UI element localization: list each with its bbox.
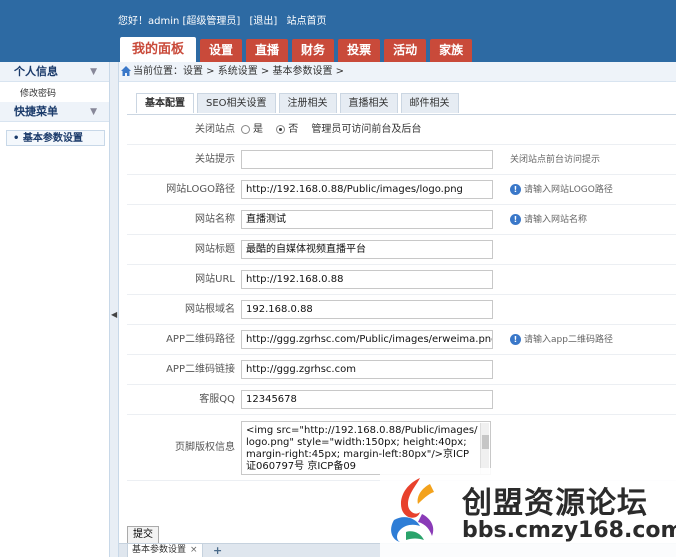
app-qr-link-input[interactable]: http://ggg.zgrhsc.com xyxy=(241,360,493,379)
sidebar: 个人信息 ▼ 修改密码 快捷菜单 ▼ • 基本参数设置 xyxy=(0,62,110,557)
close-site-no-radio[interactable] xyxy=(276,124,286,134)
service-qq-input[interactable]: 12345678 xyxy=(241,390,493,409)
form-row-site-domain: 网站根域名 192.168.0.88 xyxy=(127,295,676,325)
sidebar-section-label: 快捷菜单 xyxy=(14,105,58,118)
app-qr-link-label: APP二维码链接 xyxy=(166,364,235,375)
submit-button[interactable]: 提交 xyxy=(127,526,159,544)
nav-tab-settings[interactable]: 设置 xyxy=(200,39,243,62)
app-header: 您好！admin [超级管理员] [退出] 站点首页 我的面板 设置 直播 财务… xyxy=(0,0,676,62)
logo-path-input[interactable]: http://192.168.0.88/Public/images/logo.p… xyxy=(241,180,493,199)
site-home-link[interactable]: 站点首页 xyxy=(287,16,327,27)
add-tab-icon[interactable]: + xyxy=(213,544,222,557)
user-info-bar: 您好！admin [超级管理员] [退出] 站点首页 xyxy=(118,12,333,27)
form-row-service-qq: 客服QQ 12345678 xyxy=(127,385,676,415)
tab-email[interactable]: 邮件相关 xyxy=(400,93,459,113)
app-qr-path-hint: ! 请输入app二维码路径 xyxy=(510,325,613,355)
form-row-logo-path: 网站LOGO路径 http://192.168.0.88/Public/imag… xyxy=(127,175,676,205)
main-nav: 我的面板 设置 直播 财务 投票 活动 家族 xyxy=(120,37,476,62)
close-icon[interactable]: × xyxy=(190,545,198,555)
hint-text: 请输入网站名称 xyxy=(524,215,588,225)
sidebar-splitter[interactable]: ◀ xyxy=(110,62,119,557)
form-row-site-name: 网站名称 直播测试 ! 请输入网站名称 xyxy=(127,205,676,235)
close-notice-input[interactable] xyxy=(241,150,493,169)
tab-basic-config[interactable]: 基本配置 xyxy=(136,93,194,113)
info-icon: ! xyxy=(510,214,521,225)
hint-text: 请输入网站LOGO路径 xyxy=(524,185,613,195)
close-site-yes-radio[interactable] xyxy=(241,124,250,134)
site-name-label: 网站名称 xyxy=(195,214,235,225)
site-url-label: 网站URL xyxy=(195,274,235,285)
radio-label-yes: 是 xyxy=(253,124,263,135)
sidebar-section-shortcuts[interactable]: 快捷菜单 ▼ xyxy=(0,102,109,122)
nav-tab-finance[interactable]: 财务 xyxy=(292,39,335,62)
close-notice-hint: 关闭站点前台访问提示 xyxy=(510,155,601,165)
form-row-app-qr-path: APP二维码路径 http://ggg.zgrhsc.com/Public/im… xyxy=(127,325,676,355)
watermark: 创盟资源论坛 bbs.cmzy168.com xyxy=(380,468,676,557)
radio-label-no: 否 xyxy=(288,124,299,135)
service-qq-label: 客服QQ xyxy=(199,394,235,405)
info-icon: ! xyxy=(510,334,521,345)
sidebar-section-label: 个人信息 xyxy=(14,65,58,78)
logo-path-label: 网站LOGO路径 xyxy=(166,184,235,195)
chevron-down-icon[interactable]: ▼ xyxy=(90,102,97,122)
collapse-arrow-icon[interactable]: ◀ xyxy=(111,310,117,319)
scrollbar-thumb[interactable] xyxy=(482,435,489,449)
sidebar-item-basic-settings[interactable]: • 基本参数设置 xyxy=(6,130,105,146)
form-row-site-url: 网站URL http://192.168.0.88 xyxy=(127,265,676,295)
form-row-site-title: 网站标题 最酷的自媒体视频直播平台 xyxy=(127,235,676,265)
watermark-logo-icon xyxy=(391,478,434,542)
breadcrumb: 当前位置：设置 > 系统设置 > 基本参数设置 > xyxy=(119,62,676,82)
site-title-input[interactable]: 最酷的自媒体视频直播平台 xyxy=(241,240,493,259)
footer-copyright-textarea[interactable]: <img src="http://192.168.0.88/Public/ima… xyxy=(241,421,491,475)
bottom-tab-label: 基本参数设置 xyxy=(132,545,187,555)
site-domain-label: 网站根域名 xyxy=(185,304,235,315)
watermark-title: 创盟资源论坛 xyxy=(462,486,648,521)
close-site-radio-group: 是 否 管理员可访问前台及后台 xyxy=(241,115,421,145)
chevron-down-icon[interactable]: ▼ xyxy=(90,62,97,82)
hint-text: 请输入app二维码路径 xyxy=(524,335,613,345)
site-name-input[interactable]: 直播测试 xyxy=(241,210,493,229)
site-domain-input[interactable]: 192.168.0.88 xyxy=(241,300,493,319)
app-qr-path-label: APP二维码路径 xyxy=(166,334,235,345)
sidebar-item-change-password[interactable]: 修改密码 xyxy=(0,86,109,102)
nav-tab-my-panel[interactable]: 我的面板 xyxy=(120,37,197,62)
tab-live[interactable]: 直播相关 xyxy=(339,93,398,113)
nav-tab-live[interactable]: 直播 xyxy=(246,39,289,62)
footer-copyright-text: <img src="http://192.168.0.88/Public/ima… xyxy=(246,425,478,472)
settings-tabs: 基本配置 SEO相关设置 注册相关 直播相关 邮件相关 xyxy=(136,93,462,113)
close-notice-label: 关站提示 xyxy=(195,154,235,165)
form-row-app-qr-link: APP二维码链接 http://ggg.zgrhsc.com xyxy=(127,355,676,385)
settings-form: 关闭站点 是 否 管理员可访问前台及后台 关站提示 关闭站点前台访问提示 网站L… xyxy=(127,114,676,481)
site-name-hint: ! 请输入网站名称 xyxy=(510,205,587,235)
site-url-input[interactable]: http://192.168.0.88 xyxy=(241,270,493,289)
watermark-url: bbs.cmzy168.com xyxy=(462,518,676,543)
nav-tab-family[interactable]: 家族 xyxy=(430,39,473,62)
logout-link[interactable]: [退出] xyxy=(250,16,278,27)
tab-register[interactable]: 注册相关 xyxy=(278,93,337,113)
nav-tab-activity[interactable]: 活动 xyxy=(384,39,427,62)
logo-path-hint: ! 请输入网站LOGO路径 xyxy=(510,175,613,205)
sidebar-section-personal[interactable]: 个人信息 ▼ xyxy=(0,62,109,82)
user-greeting: 您好！admin [超级管理员] xyxy=(118,16,241,27)
tab-seo[interactable]: SEO相关设置 xyxy=(197,93,276,113)
nav-tab-vote[interactable]: 投票 xyxy=(338,39,381,62)
app-qr-path-input[interactable]: http://ggg.zgrhsc.com/Public/images/erwe… xyxy=(241,330,493,349)
close-site-label: 关闭站点 xyxy=(195,124,235,135)
home-icon xyxy=(121,66,131,76)
form-row-close-notice: 关站提示 关闭站点前台访问提示 xyxy=(127,145,676,175)
info-icon: ! xyxy=(510,184,521,195)
bottom-tab-basic-settings[interactable]: 基本参数设置 × xyxy=(127,544,203,557)
footer-copyright-label: 页脚版权信息 xyxy=(175,442,235,453)
close-site-hint: 管理员可访问前台及后台 xyxy=(311,124,422,135)
breadcrumb-text: 当前位置：设置 > 系统设置 > 基本参数设置 > xyxy=(133,66,345,77)
site-title-label: 网站标题 xyxy=(195,244,235,255)
form-row-close-site: 关闭站点 是 否 管理员可访问前台及后台 xyxy=(127,115,676,145)
